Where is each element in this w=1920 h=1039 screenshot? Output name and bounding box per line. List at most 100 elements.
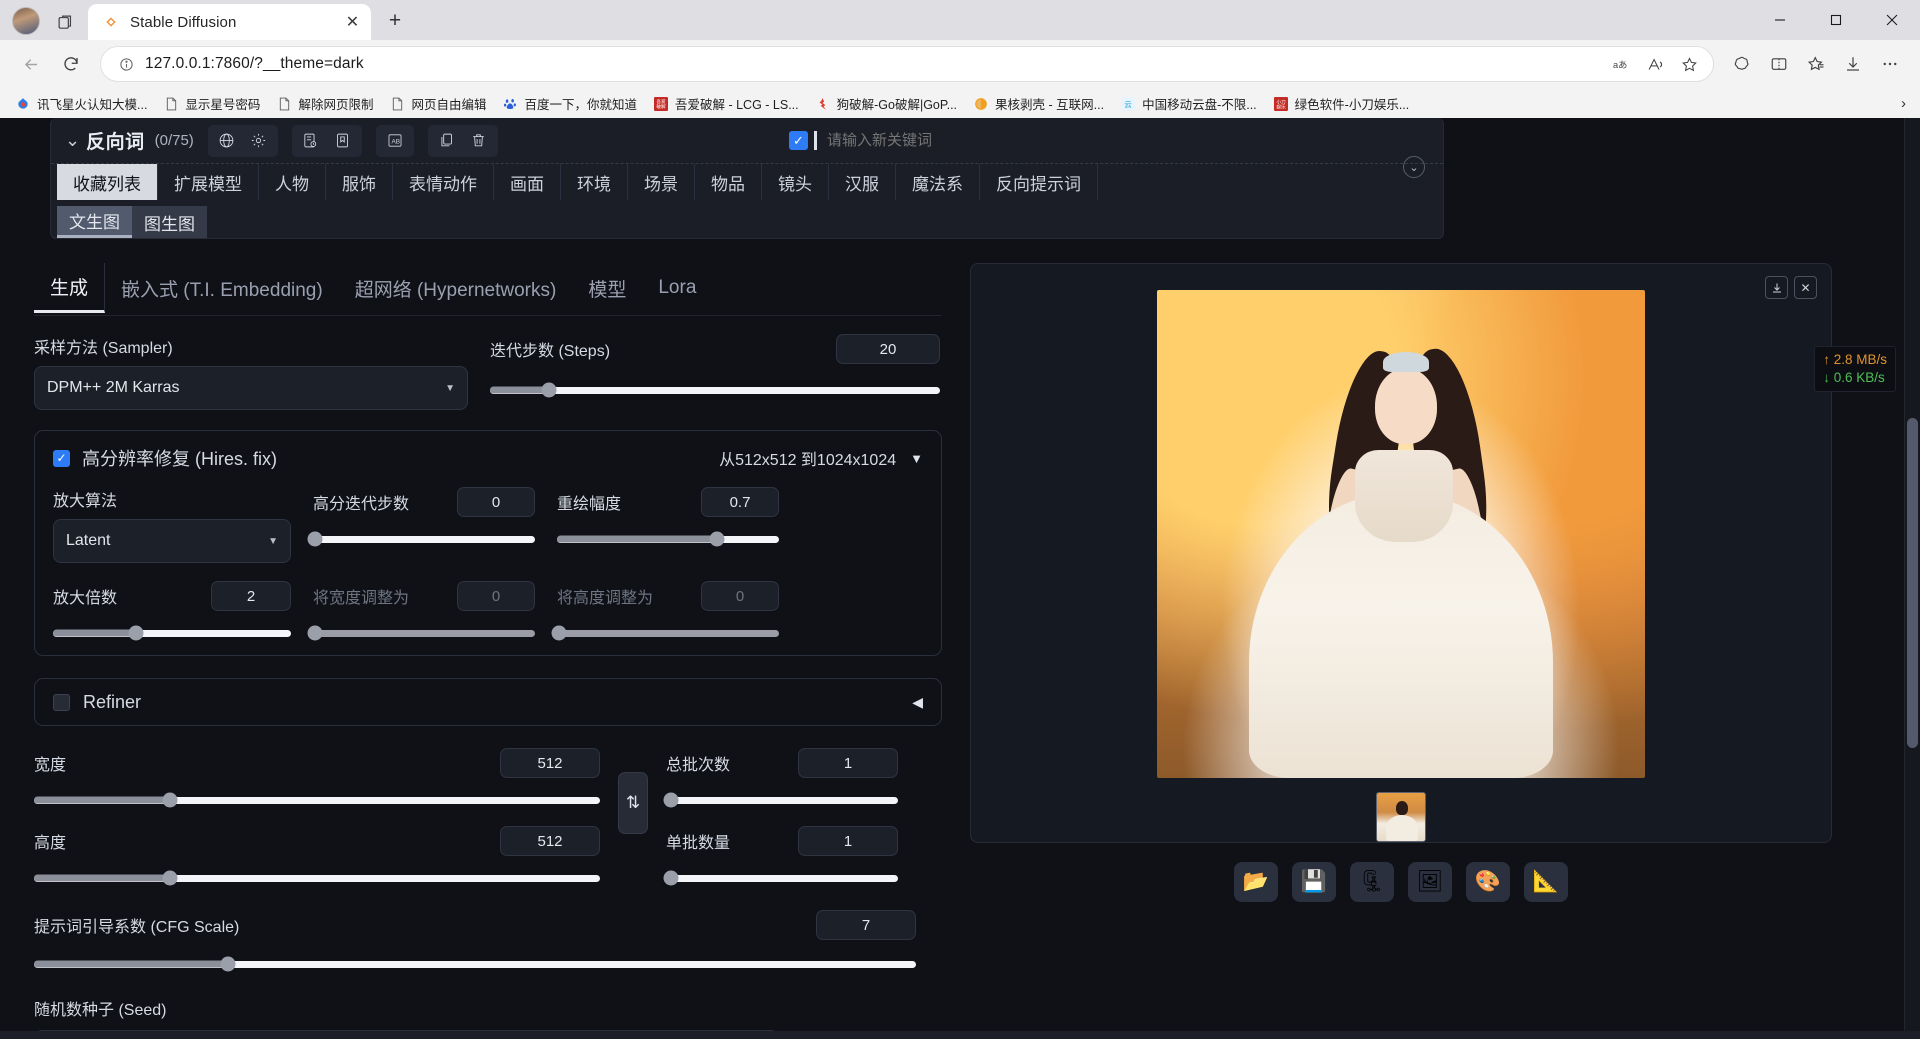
upscaler-select[interactable]: Latent ▼ (53, 519, 291, 563)
search-input[interactable] (819, 125, 1429, 156)
tab-txt2img[interactable]: 文生图 (57, 206, 132, 238)
category-tab-collection[interactable]: 收藏列表 (57, 164, 158, 200)
send-to-inpaint-button[interactable]: 🎨 (1466, 862, 1510, 902)
hires-fix-header[interactable]: ✓ 高分辨率修复 (Hires. fix) 从512x512 到1024x102… (53, 445, 923, 471)
close-icon[interactable]: ✕ (340, 10, 365, 35)
result-thumbnail[interactable] (1376, 792, 1426, 842)
bookmark-item[interactable]: 网页自由编辑 (382, 91, 493, 116)
steps-slider[interactable] (490, 382, 940, 398)
upscale-by-input[interactable]: 2 (211, 581, 291, 611)
gear-icon[interactable] (244, 128, 274, 154)
category-tab-hanfu[interactable]: 汉服 (829, 164, 896, 200)
slider-knob[interactable] (128, 625, 144, 641)
batch-count-input[interactable]: 1 (798, 748, 898, 778)
slider-knob[interactable] (663, 870, 679, 886)
bookmark-item[interactable]: 吾爱 破解 吾爱破解 - LCG - LS... (646, 91, 806, 116)
category-tab-expression[interactable]: 表情动作 (393, 164, 494, 200)
bookmark-item[interactable]: 云 中国移动云盘-不限... (1113, 91, 1264, 116)
refiner-checkbox[interactable] (53, 693, 70, 711)
chevron-circle-down-icon[interactable]: ⌄ (65, 130, 80, 151)
resize-height-input[interactable]: 0 (701, 581, 779, 611)
slider-knob[interactable] (162, 870, 178, 886)
slider-knob[interactable] (541, 382, 556, 398)
send-to-extras-button[interactable]: 📐 (1524, 862, 1568, 902)
slider-knob[interactable] (307, 531, 323, 547)
chevron-down-circle-icon[interactable]: ⌄ (1403, 156, 1425, 178)
category-tab-character[interactable]: 人物 (259, 164, 326, 200)
bookmark-item[interactable]: 解除网页限制 (269, 91, 380, 116)
width-slider[interactable] (34, 792, 600, 808)
category-tab-negative-prompt[interactable]: 反向提示词 (980, 164, 1098, 200)
bookmark-item[interactable]: 果核剥壳 - 互联网... (966, 91, 1111, 116)
copilot-icon[interactable] (1724, 47, 1760, 81)
scrollbar-thumb[interactable] (1907, 418, 1918, 748)
send-to-img2img-button[interactable]: 🖼 (1408, 862, 1452, 902)
downloads-icon[interactable] (1835, 47, 1871, 81)
browser-tab-stable-diffusion[interactable]: Stable Diffusion ✕ (88, 4, 371, 40)
keyword-enable-checkbox[interactable]: ✓ (789, 131, 808, 150)
tab-embedding[interactable]: 嵌入式 (T.I. Embedding) (105, 265, 339, 312)
category-tab-clothing[interactable]: 服饰 (326, 164, 393, 200)
category-tab-object[interactable]: 物品 (695, 164, 762, 200)
save-button[interactable]: 💾 (1292, 862, 1336, 902)
slider-knob[interactable] (307, 625, 323, 641)
bookmark-item[interactable]: 显示星号密码 (156, 91, 267, 116)
refiner-panel[interactable]: Refiner ◀ (34, 678, 942, 726)
slider-knob[interactable] (663, 792, 679, 808)
translate-icon[interactable]: aあ (1605, 49, 1637, 79)
width-input[interactable]: 512 (500, 748, 600, 778)
upscale-by-slider[interactable] (53, 625, 291, 641)
trash-icon[interactable] (464, 128, 494, 154)
split-screen-icon[interactable] (1761, 47, 1797, 81)
caret-left-icon[interactable]: ◀ (912, 694, 923, 711)
category-tab-magic[interactable]: 魔法系 (896, 164, 980, 200)
open-folder-button[interactable]: 📂 (1234, 862, 1278, 902)
generated-image[interactable] (1157, 290, 1645, 778)
bookmark-item[interactable]: 讯飞星火认知大模... (8, 91, 154, 116)
bookmark-icon[interactable] (328, 128, 358, 154)
page-scrollbar[interactable] (1904, 118, 1920, 1039)
tab-img2img[interactable]: 图生图 (132, 206, 207, 238)
reload-icon[interactable] (52, 47, 90, 81)
slider-knob[interactable] (220, 956, 236, 972)
address-bar[interactable]: 127.0.0.1:7860/?__theme=dark aあ (100, 46, 1714, 82)
height-slider[interactable] (34, 870, 600, 886)
window-close-icon[interactable] (1864, 0, 1920, 40)
bookmark-item[interactable]: 百度一下，你就知道 (495, 91, 644, 116)
batch-count-slider[interactable] (663, 792, 898, 808)
resize-height-slider[interactable] (551, 625, 779, 641)
read-aloud-icon[interactable] (1639, 49, 1671, 79)
maximize-icon[interactable] (1808, 0, 1864, 40)
resize-width-slider[interactable] (307, 625, 535, 641)
tab-models[interactable]: 模型 (572, 265, 642, 312)
site-info-icon[interactable] (113, 57, 139, 72)
height-input[interactable]: 512 (500, 826, 600, 856)
tab-hypernetworks[interactable]: 超网络 (Hypernetworks) (339, 265, 573, 312)
swap-vertical-icon[interactable]: ⇅ (618, 772, 648, 834)
slider-knob[interactable] (162, 792, 178, 808)
denoise-slider[interactable] (557, 531, 779, 547)
translate-ab-icon[interactable]: AB (380, 128, 410, 154)
star-icon[interactable] (1673, 49, 1705, 79)
caret-down-icon[interactable]: ▼ (910, 451, 923, 466)
close-icon[interactable]: ✕ (1794, 276, 1817, 299)
ellipsis-icon[interactable] (1872, 47, 1908, 81)
tab-generate[interactable]: 生成 (34, 263, 106, 313)
hires-fix-checkbox[interactable]: ✓ (53, 449, 70, 467)
plus-icon[interactable]: + (378, 6, 412, 36)
category-tab-scene[interactable]: 场景 (628, 164, 695, 200)
copy-icon[interactable] (432, 128, 462, 154)
batch-size-slider[interactable] (663, 870, 898, 886)
category-tab-lens[interactable]: 镜头 (762, 164, 829, 200)
sampler-select[interactable]: DPM++ 2M Karras ▼ (34, 366, 468, 410)
cfg-input[interactable]: 7 (816, 910, 916, 940)
slider-knob[interactable] (709, 531, 725, 547)
collections-icon[interactable] (1798, 47, 1834, 81)
bookmark-item[interactable]: 狗破解-Go破解|GoP... (808, 91, 964, 116)
slider-knob[interactable] (551, 625, 567, 641)
category-tab-environment[interactable]: 环境 (561, 164, 628, 200)
download-icon[interactable] (1765, 276, 1788, 299)
minimize-icon[interactable] (1752, 0, 1808, 40)
tab-search-icon[interactable] (48, 7, 82, 37)
cfg-slider[interactable] (34, 956, 916, 972)
